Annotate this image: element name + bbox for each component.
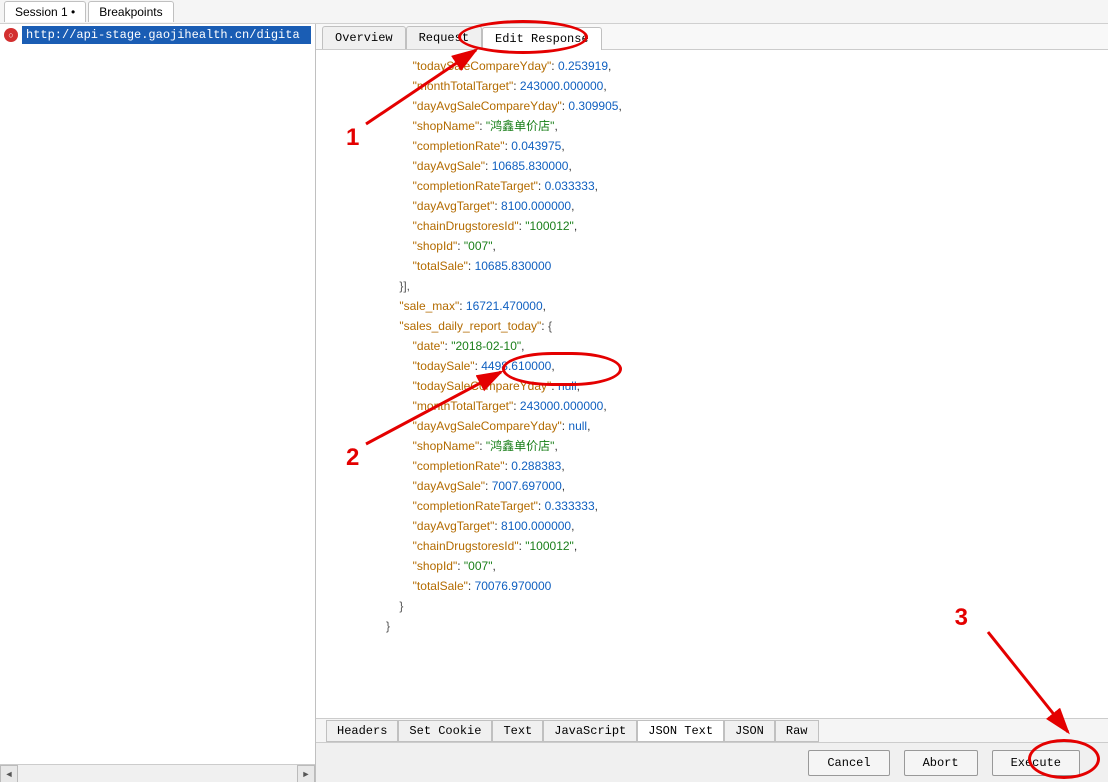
tab-session-1[interactable]: Session 1 •: [4, 1, 86, 22]
top-tab-bar: Session 1 • Breakpoints: [0, 0, 1108, 24]
horizontal-scrollbar[interactable]: ◄ ►: [0, 764, 315, 782]
tab-json[interactable]: JSON: [724, 720, 775, 742]
scroll-left-icon[interactable]: ◄: [0, 765, 18, 782]
tab-overview[interactable]: Overview: [322, 26, 406, 49]
response-bottom-tabs: Headers Set Cookie Text JavaScript JSON …: [316, 718, 1108, 742]
breakpoint-stop-icon: ○: [4, 28, 18, 42]
tab-request[interactable]: Request: [406, 26, 482, 49]
session-url[interactable]: http://api-stage.gaojihealth.cn/digita: [22, 26, 311, 44]
tab-text[interactable]: Text: [492, 720, 543, 742]
tab-json-text[interactable]: JSON Text: [637, 720, 724, 742]
tab-javascript[interactable]: JavaScript: [543, 720, 637, 742]
response-pane: Overview Request Edit Response "todaySal…: [316, 24, 1108, 782]
scroll-right-icon[interactable]: ►: [297, 765, 315, 782]
abort-button[interactable]: Abort: [904, 750, 978, 776]
tab-set-cookie[interactable]: Set Cookie: [398, 720, 492, 742]
scroll-track[interactable]: [18, 765, 297, 782]
tab-edit-response[interactable]: Edit Response: [482, 27, 602, 50]
response-top-tabs: Overview Request Edit Response: [316, 24, 1108, 50]
execute-button[interactable]: Execute: [992, 750, 1080, 776]
tab-raw[interactable]: Raw: [775, 720, 819, 742]
sessions-pane: ○ http://api-stage.gaojihealth.cn/digita…: [0, 24, 316, 782]
main-split: ○ http://api-stage.gaojihealth.cn/digita…: [0, 24, 1108, 782]
action-buttons: Cancel Abort Execute: [316, 742, 1108, 782]
sessions-list-body: [0, 46, 315, 764]
tab-headers[interactable]: Headers: [326, 720, 398, 742]
tab-breakpoints[interactable]: Breakpoints: [88, 1, 173, 22]
json-editor[interactable]: "todaySaleCompareYday": 0.253919, "month…: [316, 50, 1108, 718]
session-row[interactable]: ○ http://api-stage.gaojihealth.cn/digita: [0, 24, 315, 46]
cancel-button[interactable]: Cancel: [808, 750, 889, 776]
